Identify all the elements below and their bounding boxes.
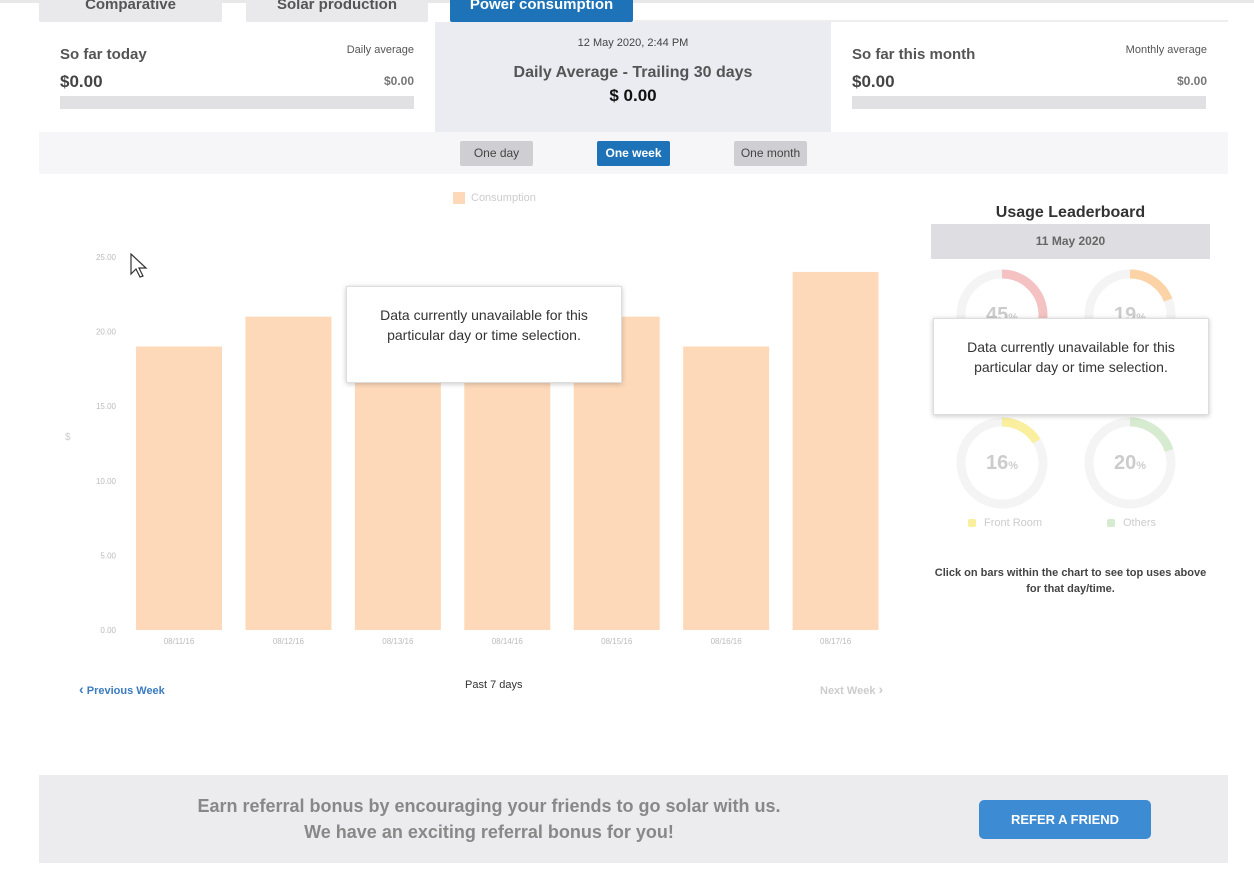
consumption-bar[interactable]: [245, 316, 332, 630]
leaderboard-title: Usage Leaderboard: [995, 204, 1146, 221]
trailing-average-title: Daily Average - Trailing 30 days: [513, 64, 753, 81]
x-tick-label: 08/15/16: [601, 637, 633, 646]
consumption-bar[interactable]: [354, 376, 441, 630]
one-week-button[interactable]: One week: [597, 141, 670, 166]
legend-others: Others: [1107, 517, 1156, 529]
chart-unavailable-tooltip: Data currently unavailable for this part…: [346, 286, 622, 383]
one-day-button[interactable]: One day: [460, 141, 533, 166]
summary-row: So far today Daily average $0.00 $0.00 1…: [39, 22, 1228, 132]
donut-percent: 20%: [1113, 452, 1147, 474]
leaderboard-note: Click on bars within the chart to see to…: [934, 567, 1207, 595]
x-tick-label: 08/14/16: [492, 637, 524, 646]
donut-chart[interactable]: 20%: [1082, 415, 1178, 511]
mouse-cursor-icon: [130, 253, 148, 278]
chart-plot: 0.00 5.00 10.00 15.00 20.00 25.00 08/11/16 08/1…: [96, 253, 879, 646]
trailing-average-amount: $ 0.00: [609, 86, 657, 105]
monthly-average-value: $0.00: [1176, 74, 1207, 88]
today-label: So far today: [60, 46, 147, 63]
front-room-swatch: [968, 519, 976, 528]
x-tick-label: 08/17/16: [820, 637, 852, 646]
daily-average-value: $0.00: [383, 74, 414, 88]
month-value: $0.00: [852, 72, 895, 91]
range-selector: One day One week One month: [39, 132, 1228, 174]
consumption-bar[interactable]: [792, 271, 879, 630]
x-tick-label: 08/16/16: [711, 637, 743, 646]
y-tick-label: 20.00: [96, 328, 117, 337]
today-value: $0.00: [60, 72, 103, 91]
x-tick-label: 08/12/16: [273, 637, 305, 646]
referral-line-1: Earn referral bonus by encouraging your …: [197, 796, 781, 816]
others-swatch: [1107, 519, 1115, 528]
front-room-label: Front Room: [984, 517, 1043, 529]
others-label: Others: [1123, 517, 1157, 529]
timestamp: 12 May 2020, 2:44 PM: [577, 37, 689, 49]
y-tick-label: 10.00: [96, 477, 117, 486]
trailing-average-panel: 12 May 2020, 2:44 PM Daily Average - Tra…: [435, 22, 831, 132]
legend-front-room: Front Room: [968, 517, 1042, 529]
monthly-average-label: Monthly average: [1125, 44, 1207, 56]
next-week-label: Next Week: [820, 685, 876, 697]
chevron-left-icon: ‹: [79, 681, 84, 697]
tab-comparative[interactable]: Comparative: [39, 0, 222, 22]
period-label: Past 7 days: [465, 679, 523, 691]
leaderboard-date: 11 May 2020: [931, 224, 1210, 259]
donut-chart[interactable]: 16%: [954, 415, 1050, 511]
chevron-right-icon: ›: [878, 681, 884, 697]
consumption-bar[interactable]: [464, 376, 551, 630]
refer-a-friend-button[interactable]: REFER A FRIEND: [979, 800, 1151, 839]
consumption-chart: Consumption $ 0.00 5.00 10.00 15.00 20.00 25.…: [39, 180, 919, 670]
today-progress-bar: [60, 96, 414, 109]
referral-line-2: We have an exciting referral bonus for y…: [304, 822, 674, 842]
x-tick-label: 08/13/16: [382, 637, 414, 646]
donut-percent: 16%: [985, 452, 1019, 474]
y-tick-label: 15.00: [96, 402, 117, 411]
y-tick-label: 0.00: [100, 626, 116, 635]
y-tick-label: 5.00: [100, 551, 116, 560]
consumption-bar[interactable]: [136, 346, 222, 630]
referral-text: Earn referral bonus by encouraging your …: [139, 793, 839, 845]
next-week-link[interactable]: Next Week ›: [820, 681, 883, 697]
month-progress-bar: [852, 96, 1206, 109]
consumption-bar[interactable]: [683, 346, 770, 630]
today-panel: So far today Daily average $0.00 $0.00: [39, 22, 435, 132]
tab-power-consumption[interactable]: Power consumption: [450, 0, 633, 22]
tab-solar-production[interactable]: Solar production: [246, 0, 428, 22]
previous-week-link[interactable]: ‹ Previous Week: [79, 681, 165, 697]
y-tick-label: 25.00: [96, 253, 117, 262]
month-panel: So far this month Monthly average $0.00 …: [831, 22, 1228, 132]
daily-average-label: Daily average: [346, 44, 414, 56]
previous-week-label: Previous Week: [86, 685, 165, 697]
referral-banner: Earn referral bonus by encouraging your …: [39, 775, 1228, 863]
page: Comparative Solar production Power consu…: [0, 0, 1254, 888]
month-label: So far this month: [852, 46, 976, 63]
one-month-button[interactable]: One month: [734, 141, 807, 166]
x-tick-label: 08/11/16: [164, 637, 195, 646]
leaderboard-unavailable-tooltip: Data currently unavailable for this part…: [933, 318, 1209, 415]
